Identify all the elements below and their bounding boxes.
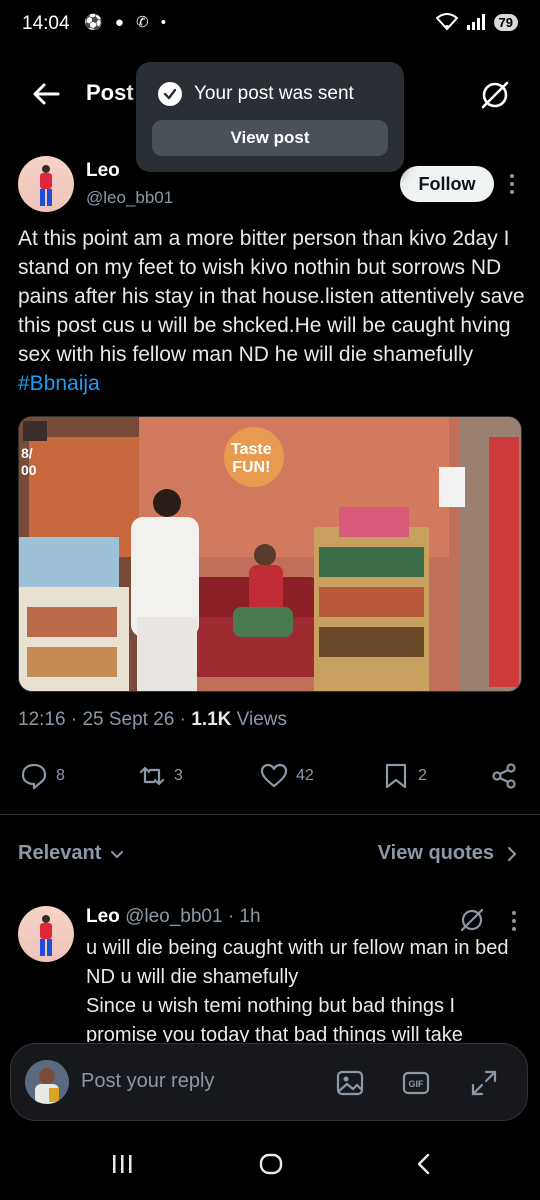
bookmark-icon [385,763,407,789]
media-sign-text: Taste FUN! [231,441,272,476]
chevron-right-icon [508,846,517,861]
post-meta: 12:16 · 25 Sept 26 · 1.1K Views [18,709,288,730]
status-bar: 14:04 ⚽ ● ✆ • 79 [0,0,540,50]
signal-icon [466,14,485,30]
bookmark-count: 2 [418,767,427,784]
heart-icon [260,763,288,788]
reply-author-handle[interactable]: @leo_bb01 [125,906,222,927]
reply-count: 8 [56,767,65,784]
home-icon[interactable] [258,1152,284,1176]
check-icon [158,82,182,106]
post-time: 12:16 [18,709,66,730]
reply-action[interactable]: 8 [20,762,65,790]
image-icon[interactable] [335,1068,365,1098]
author-name[interactable]: Leo [86,160,120,182]
author-handle[interactable]: @leo_bb01 [86,188,173,208]
follow-button[interactable]: Follow [400,166,494,202]
avatar-figure [40,165,52,206]
page-title: Post [86,80,134,105]
bookmark-action[interactable]: 2 [382,762,427,790]
more-options-icon[interactable] [508,172,516,196]
reply-icon [21,763,47,790]
view-quotes-label: View quotes [377,842,494,864]
recent-apps-icon[interactable] [110,1152,134,1176]
repost-icon [139,766,165,786]
chevron-down-icon [111,850,124,858]
views-label: Views [236,709,288,730]
status-time: 14:04 [22,13,70,34]
reply-avatar[interactable] [18,906,74,962]
media-channel-label: 8/ 00 [21,445,37,478]
share-icon [492,763,516,789]
post-sent-toast: Your post was sent View post [136,62,404,172]
post-text: At this point am a more bitter person th… [18,224,528,398]
reply-text: u will die being caught with ur fellow m… [86,937,509,1042]
post-actions: 8 3 42 2 [0,756,540,796]
reply-author-name[interactable]: Leo [86,906,120,927]
back-icon[interactable] [412,1152,436,1176]
status-right: 79 [435,13,518,31]
gif-icon[interactable]: GIF [401,1068,431,1098]
back-arrow-icon[interactable] [30,78,62,110]
author-avatar[interactable] [18,156,74,212]
repost-action[interactable]: 3 [138,762,183,790]
view-post-button[interactable]: View post [152,120,388,156]
reply-age: · 1h [227,906,261,927]
view-quotes-link[interactable]: View quotes [378,842,518,865]
battery-indicator: 79 [493,13,518,31]
post-body: At this point am a more bitter person th… [18,227,525,366]
repost-count: 3 [174,767,183,784]
system-nav-bar [0,1130,540,1200]
expand-icon[interactable] [469,1068,499,1098]
section-divider [0,814,540,815]
grok-icon[interactable] [458,906,486,934]
share-action[interactable] [490,762,518,790]
post-date: 25 Sept 26 [82,709,175,730]
toast-message: Your post was sent [194,83,354,104]
reply-input[interactable]: Post your reply [81,1070,214,1093]
sort-label: Relevant [18,842,102,864]
gif-label: GIF [409,1079,425,1089]
reply-header: Leo @leo_bb01 · 1h [86,906,261,928]
hashtag-link[interactable]: #Bbnaija [18,372,100,395]
notification-icons: ⚽ ● ✆ • [84,14,171,31]
views-count[interactable]: 1.1K [191,709,231,730]
like-action[interactable]: 42 [260,762,314,790]
like-count: 42 [296,767,314,784]
toast-message-row: Your post was sent [158,82,354,106]
sort-relevant-dropdown[interactable]: Relevant [18,842,125,865]
wifi-icon [435,13,458,31]
user-avatar [25,1060,69,1104]
more-options-icon[interactable] [510,910,518,932]
reply-composer[interactable]: Post your reply GIF [10,1043,528,1121]
post-media[interactable]: 8/ 00 Taste FUN! [18,416,522,692]
grok-icon[interactable] [478,78,512,112]
avatar-figure [40,915,52,956]
